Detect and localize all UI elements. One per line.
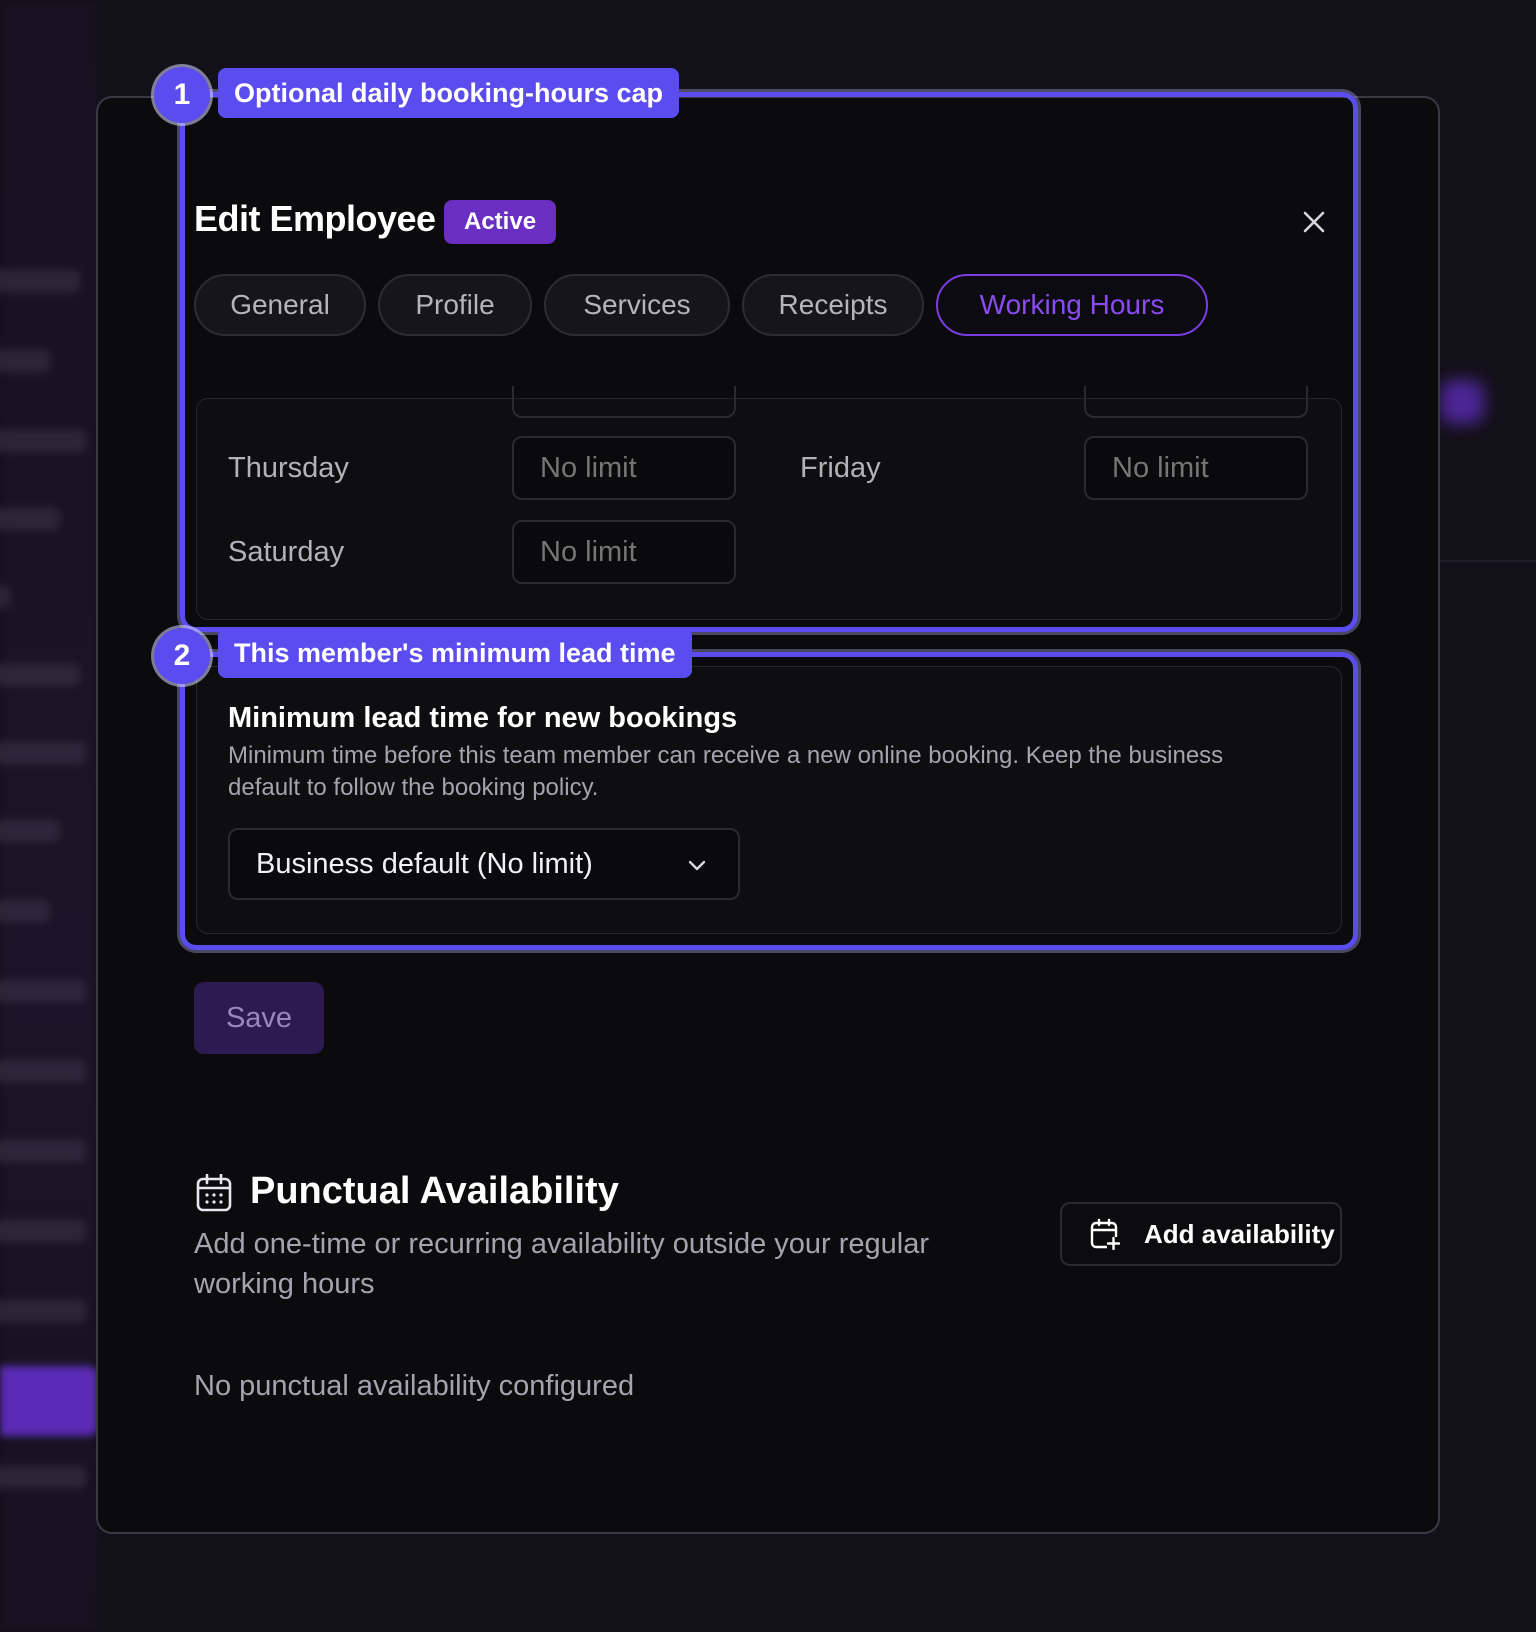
punctual-availability-title: Punctual Availability [250,1170,619,1212]
calendar-icon [196,1174,232,1212]
punctual-availability-subtitle: Add one-time or recurring availability o… [194,1228,930,1300]
highlight-label-1: Optional daily booking-hours cap [218,68,680,118]
highlight-box-1 [180,92,1358,632]
highlight-number-1: 1 [154,67,210,123]
highlight-box-2 [180,652,1358,950]
add-availability-button[interactable]: Add availability [1060,1202,1342,1266]
save-button[interactable]: Save [194,982,324,1054]
highlight-label-2: This member's minimum lead time [218,628,692,678]
add-availability-label: Add availability [1144,1218,1335,1249]
background-accent [1440,380,1484,424]
calendar-plus-icon [1090,1218,1120,1250]
background-sidebar [0,0,98,1632]
background-divider [1440,560,1536,562]
highlight-number-2: 2 [154,628,210,684]
empty-state-text: No punctual availability configured [194,1370,635,1402]
